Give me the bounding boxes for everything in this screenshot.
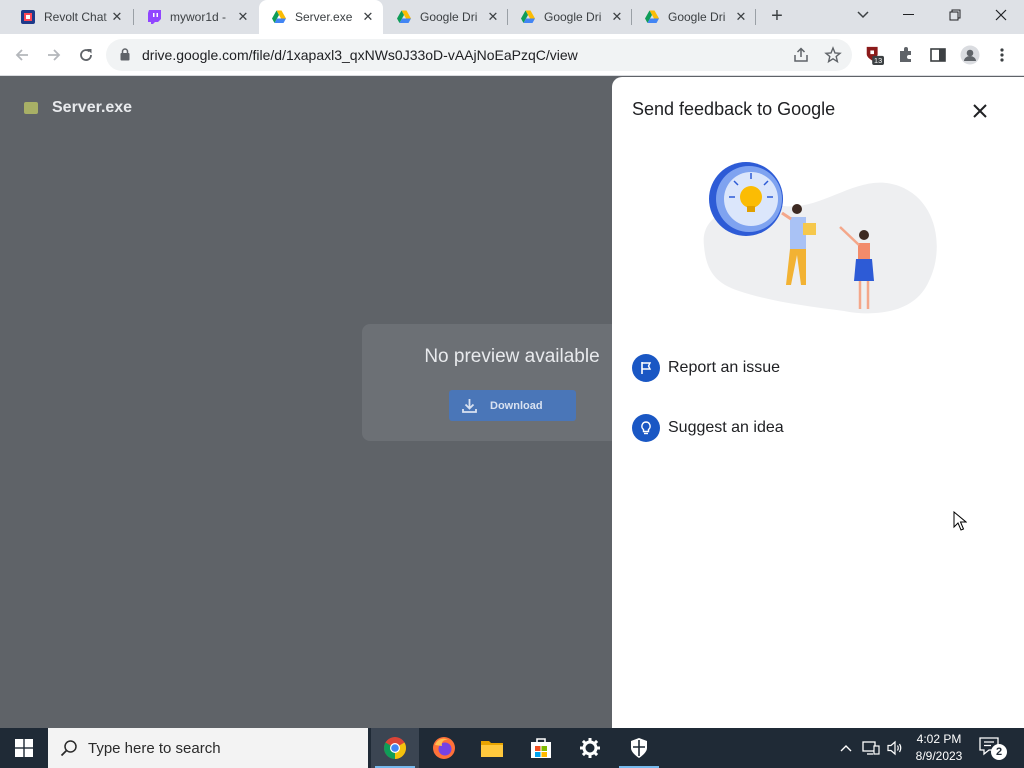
download-label: Download — [490, 399, 543, 412]
chrome-taskbar-button[interactable] — [371, 728, 419, 768]
download-button[interactable]: Download — [449, 390, 576, 421]
file-name: Server.exe — [52, 99, 133, 116]
reload-button[interactable] — [74, 43, 98, 67]
tab-revolt-chat[interactable]: Revolt Chat ✕ — [8, 0, 132, 34]
menu-kebab-icon[interactable] — [992, 45, 1012, 65]
windows-security-taskbar-button[interactable] — [615, 728, 663, 768]
volume-tray-button[interactable] — [884, 728, 906, 768]
feedback-illustration — [703, 162, 937, 314]
file-header: Server.exe — [24, 99, 132, 117]
download-icon — [461, 397, 478, 414]
close-tab-icon[interactable]: ✕ — [734, 10, 748, 24]
no-preview-card: No preview available Download — [362, 324, 622, 441]
action-center-button[interactable]: 2 — [978, 736, 1008, 760]
microsoft-store-taskbar-button[interactable] — [517, 728, 565, 768]
settings-icon — [580, 738, 600, 758]
new-tab-button[interactable]: + — [766, 6, 788, 28]
google-drive-icon — [396, 9, 412, 25]
tab-title: Server.exe — [295, 10, 353, 24]
windows-security-icon — [631, 738, 647, 758]
tab-google-drive-1[interactable]: Google Dri ✕ — [384, 0, 508, 34]
minimize-button[interactable] — [886, 0, 932, 30]
forward-button[interactable] — [42, 43, 66, 67]
tab-title: Google Dri — [544, 10, 602, 24]
profile-avatar-icon[interactable] — [960, 45, 980, 65]
browser-toolbar: drive.google.com/file/d/1xapaxl3_qxNWs0J… — [0, 34, 1024, 76]
google-drive-icon — [520, 9, 536, 25]
google-drive-icon — [271, 9, 287, 25]
clock-date: 8/9/2023 — [915, 749, 963, 763]
url-text[interactable]: drive.google.com/file/d/1xapaxl3_qxNWs0J… — [142, 47, 578, 63]
firefox-icon — [433, 737, 455, 759]
close-icon — [973, 104, 987, 118]
report-issue-label: Report an issue — [668, 359, 781, 376]
share-icon[interactable] — [792, 46, 810, 69]
bookmark-star-icon[interactable] — [824, 46, 842, 69]
report-issue-option[interactable]: Report an issue — [632, 354, 780, 382]
notification-count-badge: 2 — [991, 744, 1007, 760]
chevron-up-icon — [840, 745, 852, 752]
revolt-icon — [20, 9, 36, 25]
chrome-icon — [384, 737, 406, 759]
restore-button[interactable] — [932, 0, 978, 30]
taskbar-clock[interactable]: 4:02 PM 8/9/2023 — [908, 731, 970, 765]
extension-badge: 13 — [874, 56, 882, 65]
tab-server-exe[interactable]: Server.exe ✕ — [259, 0, 383, 34]
mouse-cursor-icon — [953, 511, 967, 531]
back-button[interactable] — [10, 43, 34, 67]
feedback-panel: Send feedback to Google Report an issue — [612, 77, 1024, 728]
lightbulb-icon — [632, 414, 660, 442]
tab-google-drive-3[interactable]: Google Dri ✕ — [632, 0, 756, 34]
start-button[interactable] — [0, 728, 48, 768]
suggest-idea-option[interactable]: Suggest an idea — [632, 414, 784, 442]
lock-icon[interactable] — [120, 48, 130, 66]
network-tray-button[interactable] — [860, 728, 882, 768]
tab-mywor1d[interactable]: mywor1d - ✕ — [134, 0, 258, 34]
feedback-title: Send feedback to Google — [632, 99, 836, 119]
close-window-button[interactable] — [978, 0, 1024, 30]
network-icon — [862, 741, 880, 755]
file-explorer-icon — [481, 741, 503, 757]
flag-icon — [632, 354, 660, 382]
tab-title: mywor1d - — [170, 10, 227, 24]
close-tab-icon[interactable]: ✕ — [110, 10, 124, 24]
taskbar-search-box[interactable]: Type here to search — [48, 728, 368, 768]
tab-title: Google Dri — [420, 10, 478, 24]
microsoft-store-icon — [531, 738, 551, 758]
file-explorer-taskbar-button[interactable] — [468, 728, 516, 768]
close-tab-icon[interactable]: ✕ — [361, 10, 375, 24]
drive-file-viewer: Server.exe No preview available Download — [0, 77, 622, 728]
speaker-icon — [887, 740, 902, 756]
windows-logo-icon — [15, 739, 33, 757]
close-tab-icon[interactable]: ✕ — [610, 10, 624, 24]
tab-search-button[interactable] — [840, 0, 886, 30]
close-feedback-button[interactable] — [968, 99, 992, 123]
tab-separator — [755, 9, 756, 25]
search-placeholder: Type here to search — [88, 739, 221, 757]
close-tab-icon[interactable]: ✕ — [486, 10, 500, 24]
tab-title: Revolt Chat — [44, 10, 107, 24]
clock-time: 4:02 PM — [916, 732, 962, 746]
suggest-idea-label: Suggest an idea — [668, 419, 784, 436]
show-hidden-icons-button[interactable] — [836, 728, 856, 768]
browser-tab-strip: Revolt Chat ✕ mywor1d - ✕ Server.exe ✕ G… — [0, 0, 1024, 34]
firefox-taskbar-button[interactable] — [420, 728, 468, 768]
file-type-icon — [24, 102, 38, 114]
side-panel-icon[interactable] — [928, 45, 948, 65]
windows-taskbar: Type here to search 4:02 PM 8/9/2023 2 — [0, 728, 1024, 768]
tab-title: Google Dri — [668, 10, 726, 24]
close-tab-icon[interactable]: ✕ — [236, 10, 250, 24]
google-drive-icon — [644, 9, 660, 25]
address-bar[interactable]: drive.google.com/file/d/1xapaxl3_qxNWs0J… — [106, 39, 852, 71]
twitch-icon — [146, 9, 162, 25]
settings-taskbar-button[interactable] — [566, 728, 614, 768]
search-icon — [60, 739, 78, 757]
extensions-puzzle-icon[interactable] — [896, 45, 916, 65]
extension-shield-icon[interactable]: 13 — [864, 45, 884, 65]
tab-google-drive-2[interactable]: Google Dri ✕ — [508, 0, 632, 34]
